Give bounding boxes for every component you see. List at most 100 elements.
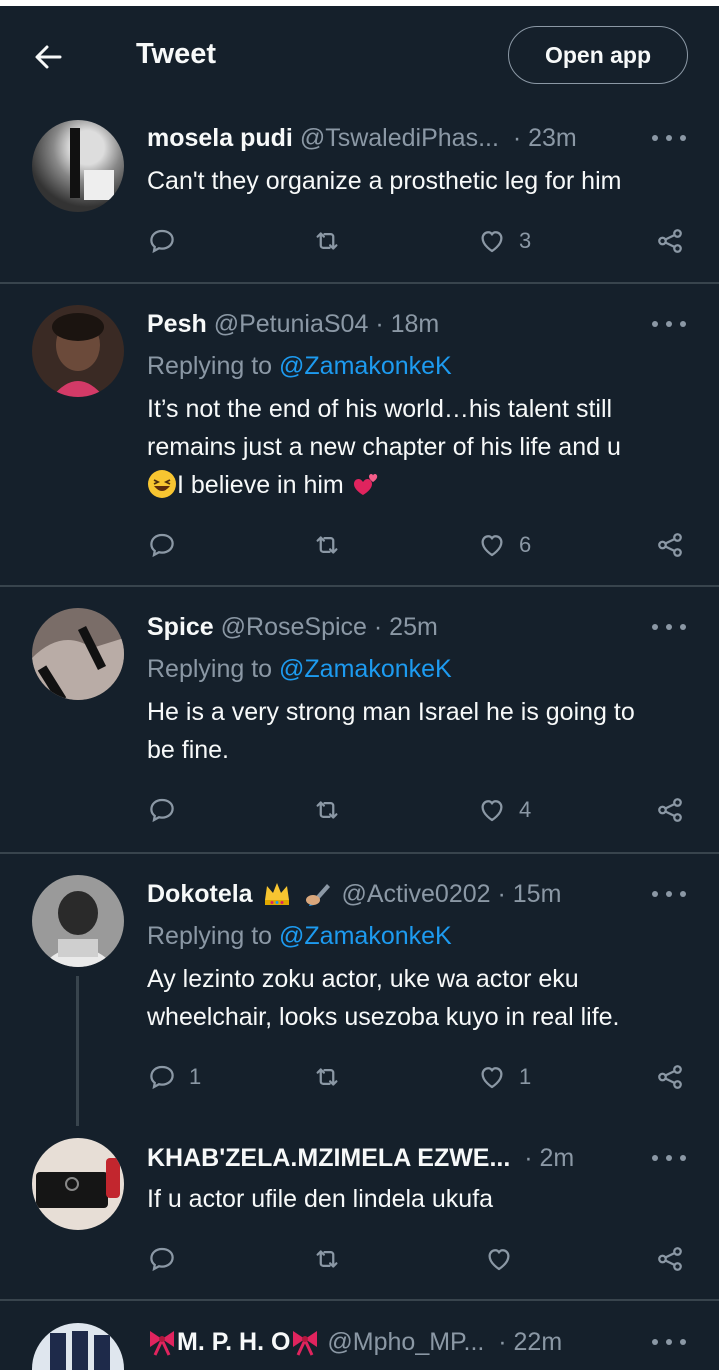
display-name[interactable]: Dokotela <box>147 880 253 908</box>
top-bar: Tweet Open app <box>0 0 719 110</box>
hearts-emoji <box>353 474 377 495</box>
avatar[interactable] <box>32 305 124 397</box>
more-icon[interactable] <box>652 1332 686 1352</box>
tweet-header: mosela pudi @TswalediPhas... · 23m <box>147 122 577 154</box>
share-icon[interactable] <box>655 224 685 258</box>
replying-label: Replying to <box>147 655 273 683</box>
like-icon[interactable]: 1 <box>477 1060 531 1094</box>
avatar[interactable] <box>32 1323 124 1370</box>
tweet-text: Ay lezinto zoku actor, uke wa actor eku … <box>147 960 699 1036</box>
crown-icon <box>264 883 289 905</box>
display-name[interactable]: KHAB'ZELA.MZIMELA EZWE... <box>147 1144 510 1172</box>
open-app-button[interactable]: Open app <box>508 26 688 84</box>
pen-icon <box>305 884 330 906</box>
tweet-header: Pesh @PetuniaS04 · 18m <box>147 308 439 340</box>
more-icon[interactable] <box>652 128 686 148</box>
display-name[interactable]: Spice <box>147 613 214 641</box>
tweet-header: M. P. H. O @Mpho_MP... · 22m <box>147 1326 562 1358</box>
tweet[interactable]: Dokotela @Active0202 · 15m Replying to @… <box>0 854 719 1130</box>
share-icon[interactable] <box>655 1060 685 1094</box>
like-icon[interactable] <box>484 1242 514 1276</box>
text-line: remains just a new chapter of his life a… <box>147 433 621 461</box>
timestamp[interactable]: · 2m <box>524 1144 574 1172</box>
share-icon[interactable] <box>655 1242 685 1276</box>
handle[interactable]: @TswalediPhas... <box>300 124 499 152</box>
status-strip <box>0 0 719 6</box>
like-count: 1 <box>519 1064 532 1089</box>
handle[interactable]: @PetuniaS04 <box>214 310 369 338</box>
ribbon-icon <box>293 1331 318 1356</box>
avatar[interactable] <box>32 875 124 967</box>
ribbon-icon <box>150 1331 174 1356</box>
tweet-actions: 1 1 <box>147 1060 692 1094</box>
reply-icon[interactable] <box>147 224 177 258</box>
reply-icon[interactable]: 1 <box>147 1060 201 1094</box>
retweet-icon[interactable] <box>312 1242 342 1276</box>
like-count: 6 <box>519 532 532 557</box>
tweet[interactable]: M. P. H. O @Mpho_MP... · 22m <box>0 1301 719 1370</box>
back-arrow-icon[interactable] <box>30 38 70 76</box>
tweet-actions: 3 <box>147 224 692 258</box>
handle[interactable]: @RoseSpice <box>221 613 367 641</box>
like-icon[interactable]: 6 <box>477 528 531 562</box>
tweet[interactable]: KHAB'ZELA.MZIMELA EZWE... · 2m If u acto… <box>0 1130 719 1298</box>
share-icon[interactable] <box>655 528 685 562</box>
retweet-icon[interactable] <box>312 528 342 562</box>
timestamp[interactable]: · 15m <box>497 880 561 908</box>
tweet-text: It’s not the end of his world…his talent… <box>147 390 699 504</box>
more-icon[interactable] <box>652 314 686 334</box>
display-name[interactable]: mosela pudi <box>147 124 293 152</box>
replying-to: Replying to @ZamakonkeK <box>147 653 452 685</box>
more-icon[interactable] <box>652 617 686 637</box>
timestamp[interactable]: · 22m <box>498 1328 562 1356</box>
reply-icon[interactable] <box>147 793 177 827</box>
text-line: It’s not the end of his world…his talent… <box>147 395 613 423</box>
handle[interactable]: @Mpho_MP... <box>327 1328 484 1356</box>
timestamp[interactable]: · 25m <box>374 613 438 641</box>
tweet-actions <box>147 1242 692 1276</box>
tweet-header: Spice @RoseSpice · 25m <box>147 611 438 643</box>
mention-link[interactable]: @ZamakonkeK <box>279 655 452 683</box>
like-icon[interactable]: 3 <box>477 224 531 258</box>
timestamp[interactable]: · 18m <box>375 310 439 338</box>
avatar[interactable] <box>32 608 124 700</box>
text-line: I believe in him <box>147 466 699 504</box>
text-line: He is a very strong man Israel he is goi… <box>147 698 635 726</box>
tweet-text: He is a very strong man Israel he is goi… <box>147 693 699 769</box>
tweet-actions: 6 <box>147 528 692 562</box>
timestamp[interactable]: · 23m <box>513 124 577 152</box>
tweet[interactable]: Spice @RoseSpice · 25m Replying to @Zama… <box>0 587 719 852</box>
mention-link[interactable]: @ZamakonkeK <box>279 922 452 950</box>
replying-to: Replying to @ZamakonkeK <box>147 920 452 952</box>
avatar[interactable] <box>32 1138 124 1230</box>
more-icon[interactable] <box>652 1148 686 1168</box>
more-icon[interactable] <box>652 884 686 904</box>
mention-link[interactable]: @ZamakonkeK <box>279 352 452 380</box>
text-line: be fine. <box>147 736 230 764</box>
reply-count: 1 <box>189 1064 202 1089</box>
replying-to: Replying to @ZamakonkeK <box>147 350 452 382</box>
tweet-text: Can't they organize a prosthetic leg for… <box>147 167 622 195</box>
share-icon[interactable] <box>655 793 685 827</box>
tweet[interactable]: mosela pudi @TswalediPhas... · 23m Can't… <box>0 110 719 282</box>
tweet[interactable]: Pesh @PetuniaS04 · 18m Replying to @Zama… <box>0 284 719 586</box>
display-name[interactable]: M. P. H. O <box>177 1328 290 1356</box>
retweet-icon[interactable] <box>312 793 342 827</box>
text-segment: I believe in him <box>177 471 344 499</box>
display-name[interactable]: Pesh <box>147 310 207 338</box>
avatar[interactable] <box>32 120 124 212</box>
tweet-text: If u actor ufile den lindela ukufa <box>147 1185 494 1213</box>
page-title: Tweet <box>136 38 217 70</box>
tweet-header: KHAB'ZELA.MZIMELA EZWE... · 2m <box>147 1142 574 1174</box>
tweet-header: Dokotela @Active0202 · 15m <box>147 878 561 910</box>
text-line: Ay lezinto zoku actor, uke wa actor eku <box>147 965 579 993</box>
reply-icon[interactable] <box>147 1242 177 1276</box>
like-icon[interactable]: 4 <box>477 793 531 827</box>
reply-icon[interactable] <box>147 528 177 562</box>
text-line: wheelchair, looks usezoba kuyo in real l… <box>147 1003 620 1031</box>
handle[interactable]: @Active0202 <box>341 880 490 908</box>
replying-label: Replying to <box>147 352 273 380</box>
retweet-icon[interactable] <box>312 224 342 258</box>
grin-emoji <box>148 470 176 498</box>
retweet-icon[interactable] <box>312 1060 342 1094</box>
